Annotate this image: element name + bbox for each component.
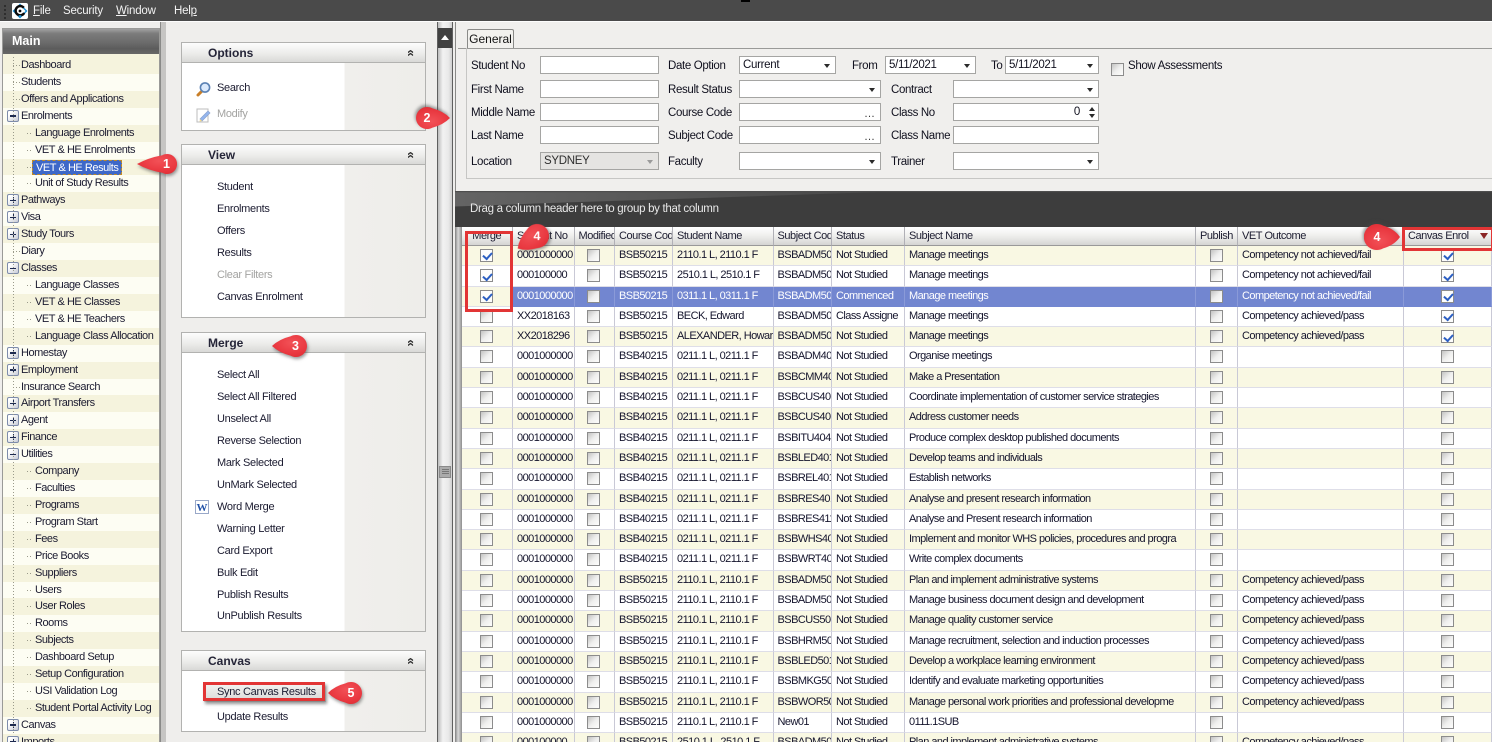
- svg-text:W: W: [197, 502, 208, 514]
